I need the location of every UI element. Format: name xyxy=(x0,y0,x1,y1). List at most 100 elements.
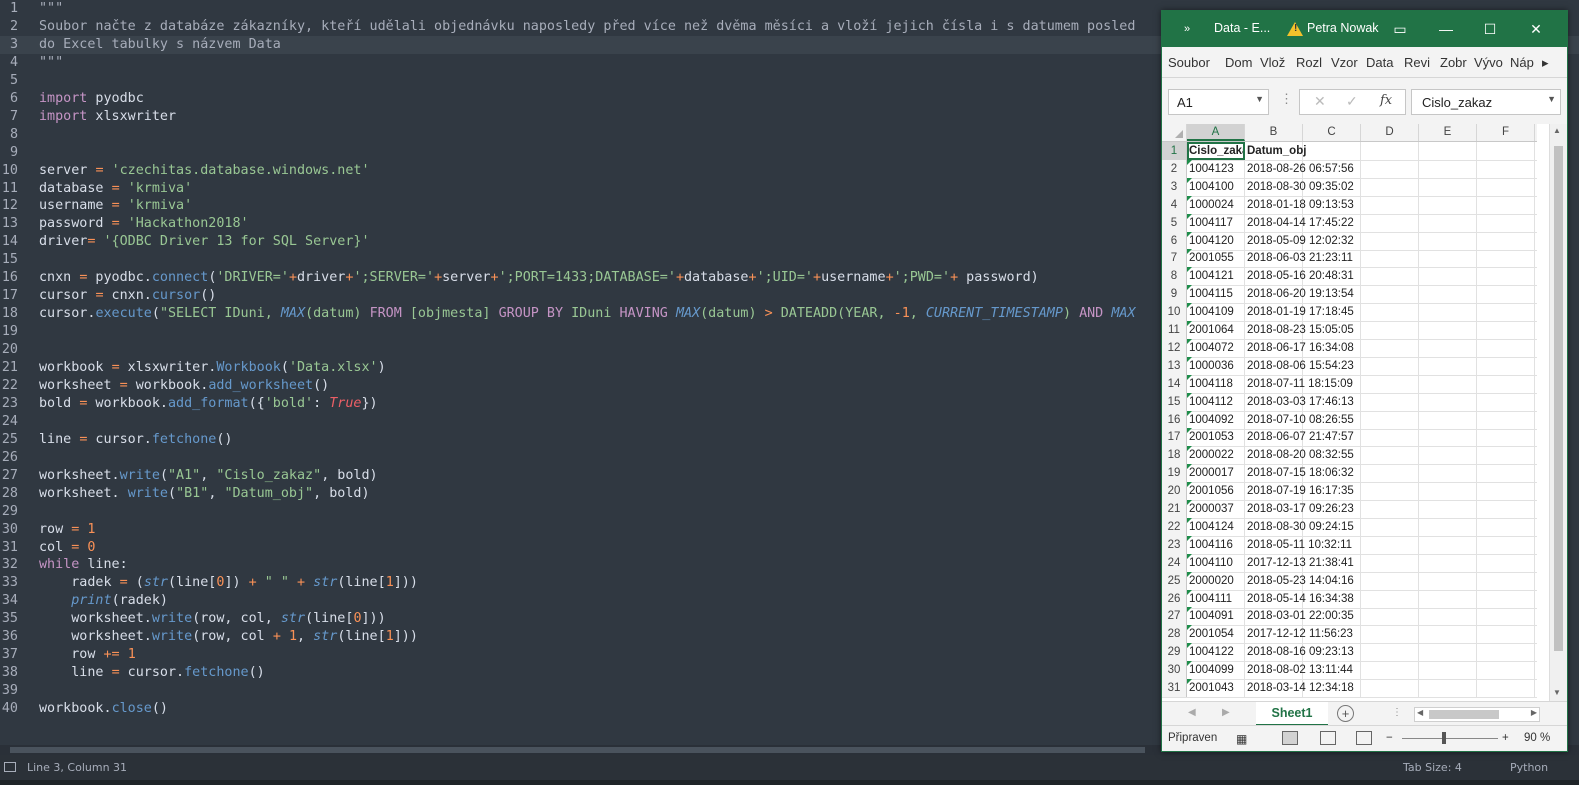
cell[interactable] xyxy=(1361,267,1419,286)
cell[interactable] xyxy=(1303,643,1361,662)
cell[interactable] xyxy=(1419,177,1477,196)
cell[interactable]: Cislo_zakaz xyxy=(1187,142,1245,160)
ribbon-tab[interactable]: Vzor xyxy=(1331,55,1358,70)
scroll-left-icon[interactable]: ◀ xyxy=(1417,708,1423,717)
cell[interactable]: 2018-03-01 22:00:35 xyxy=(1245,607,1354,626)
cell[interactable] xyxy=(1477,553,1535,572)
cell[interactable]: 2001055 xyxy=(1187,249,1245,268)
cell[interactable] xyxy=(1303,267,1361,286)
row-number[interactable]: 21 xyxy=(1162,500,1187,518)
ribbon-tab[interactable]: Náp xyxy=(1510,55,1534,70)
syntax-language[interactable]: Python xyxy=(1510,761,1548,774)
cell[interactable] xyxy=(1303,589,1361,608)
cell[interactable] xyxy=(1361,661,1419,680)
cell[interactable] xyxy=(1303,356,1361,375)
cell[interactable] xyxy=(1477,482,1535,501)
macro-record-icon[interactable]: ▦ xyxy=(1236,732,1247,746)
code-text[interactable]: worksheet.write(row, col + 1, str(line[1… xyxy=(39,628,418,646)
cell[interactable] xyxy=(1419,482,1477,501)
cell[interactable] xyxy=(1361,464,1419,483)
name-box[interactable]: A1 ▼ xyxy=(1168,89,1269,115)
cell[interactable] xyxy=(1419,661,1477,680)
code-line[interactable]: 40 workbook.close() xyxy=(0,700,168,718)
cell[interactable] xyxy=(1419,267,1477,286)
cell[interactable]: 2018-05-16 20:48:31 xyxy=(1245,267,1354,286)
code-text[interactable]: password = 'Hackathon2018' xyxy=(39,215,249,233)
cell[interactable] xyxy=(1419,625,1477,644)
cell[interactable]: 2018-06-17 16:34:08 xyxy=(1245,338,1354,357)
cell[interactable] xyxy=(1419,338,1477,357)
cell[interactable] xyxy=(1419,303,1477,322)
code-line[interactable]: 19 xyxy=(0,323,18,341)
code-text[interactable]: do Excel tabulky s názvem Data xyxy=(39,36,281,54)
row-number[interactable]: 14 xyxy=(1162,374,1187,393)
cell[interactable]: 1004117 xyxy=(1187,213,1245,232)
cell[interactable] xyxy=(1477,159,1535,178)
cell[interactable]: 2001054 xyxy=(1187,625,1245,644)
cell[interactable] xyxy=(1477,464,1535,483)
row-number[interactable]: 2 xyxy=(1162,159,1187,178)
cell[interactable] xyxy=(1303,338,1361,357)
code-line[interactable]: 27 worksheet.write("A1", "Cislo_zakaz", b… xyxy=(0,467,378,485)
cell[interactable]: 2017-12-12 11:56:23 xyxy=(1245,625,1353,644)
cell[interactable] xyxy=(1361,482,1419,501)
cell[interactable] xyxy=(1419,553,1477,572)
cell[interactable] xyxy=(1361,195,1419,214)
row-number[interactable]: 10 xyxy=(1162,303,1187,322)
panel-toggle-icon[interactable] xyxy=(4,762,16,772)
ribbon-tab[interactable]: Revi xyxy=(1404,55,1430,70)
code-text[interactable]: while line: xyxy=(39,556,128,574)
code-text[interactable]: bold = workbook.add_format({'bold': True… xyxy=(39,395,378,413)
cell[interactable] xyxy=(1419,643,1477,662)
row-number[interactable]: 12 xyxy=(1162,338,1187,357)
cell[interactable]: 2018-04-14 17:45:22 xyxy=(1245,213,1354,232)
cell[interactable] xyxy=(1361,428,1419,447)
code-line[interactable]: 21 workbook = xlsxwriter.Workbook('Data.x… xyxy=(0,359,386,377)
cell[interactable]: 2018-03-17 09:26:23 xyxy=(1245,500,1354,518)
cell[interactable]: 2018-03-03 17:46:13 xyxy=(1245,392,1354,411)
cell[interactable] xyxy=(1303,285,1361,304)
cell[interactable]: 2018-08-26 06:57:56 xyxy=(1245,159,1354,178)
cell[interactable] xyxy=(1303,661,1361,680)
cell[interactable] xyxy=(1419,321,1477,339)
code-text[interactable]: workbook.close() xyxy=(39,700,168,718)
cell[interactable] xyxy=(1303,464,1361,483)
code-text[interactable]: worksheet = workbook.add_worksheet() xyxy=(39,377,329,395)
cell[interactable] xyxy=(1477,177,1535,196)
cell[interactable] xyxy=(1419,374,1477,393)
code-line[interactable]: 37 row += 1 xyxy=(0,646,136,664)
cell[interactable]: 1004118 xyxy=(1187,374,1245,393)
cell[interactable]: 2018-08-06 15:54:23 xyxy=(1245,356,1354,375)
cell[interactable]: 1004120 xyxy=(1187,231,1245,250)
cell[interactable] xyxy=(1303,142,1361,160)
cell[interactable]: 2000022 xyxy=(1187,446,1245,465)
cell[interactable] xyxy=(1361,446,1419,465)
row-number[interactable]: 8 xyxy=(1162,267,1187,286)
code-line[interactable]: 38 line = cursor.fetchone() xyxy=(0,664,265,682)
code-line[interactable]: 14 driver= '{ODBC Driver 13 for SQL Serve… xyxy=(0,233,370,251)
cell[interactable]: 2018-05-23 14:04:16 xyxy=(1245,571,1354,590)
cell[interactable] xyxy=(1477,643,1535,662)
cell[interactable] xyxy=(1303,535,1361,554)
cell[interactable] xyxy=(1361,517,1419,536)
code-line[interactable]: 15 xyxy=(0,251,18,269)
cell[interactable]: 2018-08-02 13:11:44 xyxy=(1245,661,1353,680)
normal-view-icon[interactable] xyxy=(1282,731,1298,745)
scrollbar-thumb[interactable] xyxy=(1429,710,1499,719)
cell[interactable] xyxy=(1303,159,1361,178)
zoom-slider-knob[interactable] xyxy=(1442,732,1446,744)
column-header[interactable]: C xyxy=(1303,124,1361,141)
select-all-corner[interactable] xyxy=(1162,124,1187,141)
code-text[interactable]: row += 1 xyxy=(39,646,136,664)
cell[interactable]: 2018-08-20 08:32:55 xyxy=(1245,446,1354,465)
sheet-tab[interactable]: Sheet1 xyxy=(1256,702,1328,727)
row-number[interactable]: 6 xyxy=(1162,231,1187,250)
ribbon-tab[interactable]: Data xyxy=(1366,55,1393,70)
cell[interactable]: 1004115 xyxy=(1187,285,1245,304)
code-line[interactable]: 30 row = 1 xyxy=(0,521,96,539)
cell[interactable] xyxy=(1303,177,1361,196)
code-line[interactable]: 1 """ xyxy=(0,0,63,18)
row-number[interactable]: 31 xyxy=(1162,679,1187,697)
cell[interactable]: 2018-06-20 19:13:54 xyxy=(1245,285,1354,304)
cell[interactable] xyxy=(1477,428,1535,447)
